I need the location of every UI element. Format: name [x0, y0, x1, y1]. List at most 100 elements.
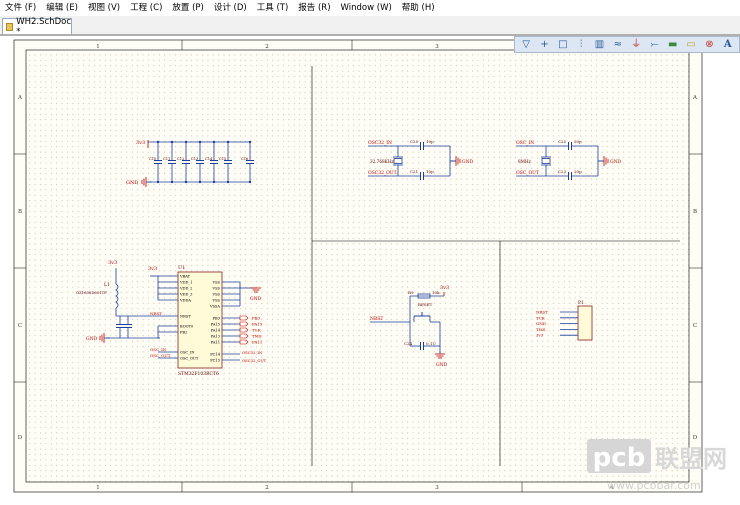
osc32-val2-label: 10p: [426, 169, 434, 174]
decoupling-cap-label-2: C12: [177, 157, 184, 161]
mcu-inductor-part: GZ1608D601TF: [76, 290, 107, 295]
osc32-cin-label: C20: [410, 139, 419, 144]
schematic-workspace[interactable]: 11223344AABBCCDD 3v3GNDC10C11C12C13C14C1…: [0, 36, 740, 502]
document-tab-title: WH2.SchDoc *: [16, 16, 71, 37]
frame-row-right-1: B: [693, 209, 697, 215]
mcu-left-pin-0: VBAT: [179, 275, 191, 279]
schematic-toolbar: ▽ + □ ⫶ ▥ ≈ ⏚ ⤚ ▬ ▭ ⊗ A: [514, 36, 740, 53]
frame-row-left-2: C: [18, 323, 22, 329]
menu-item-3[interactable]: 工程 (C): [125, 0, 167, 16]
osc8m-cout-label: C23: [558, 169, 567, 174]
frame-row-left-3: D: [18, 435, 23, 441]
osc32-net-out: OSC32_OUT: [368, 170, 397, 176]
port-icon[interactable]: ▭: [685, 38, 698, 51]
text-icon[interactable]: A: [721, 38, 734, 51]
component-icon[interactable]: ▥: [593, 38, 606, 51]
decoupling-cap-label-0: C10: [149, 157, 157, 161]
watermark-url: www.pcbbar.com: [607, 479, 701, 492]
menu-item-2[interactable]: 视图 (V): [83, 0, 125, 16]
reset-switch-label: RESET: [418, 302, 433, 307]
mcu-right-pin-6: PA15: [211, 323, 221, 327]
reset-rv-label: 10k: [432, 290, 440, 295]
decoupling-cap-label-1: C11: [163, 157, 170, 161]
mcu-net-left-0: NRST: [150, 311, 162, 316]
jtag-net-2: GND: [536, 321, 546, 326]
osc8m-cin-label: C22: [558, 139, 567, 144]
jtag-net-3: TMS: [536, 327, 546, 332]
menu-item-8[interactable]: Window (W): [336, 0, 397, 16]
mcu-net-right-0: PB3: [252, 316, 261, 321]
reset-net-label: NRST: [370, 316, 383, 322]
cross-icon[interactable]: +: [538, 38, 551, 51]
mcu-right-pin-5: PB3: [213, 317, 221, 321]
frame-row-right-2: C: [693, 323, 697, 329]
mcu-left-pin-5: NRST: [180, 315, 191, 319]
mcu-net-right-5: OSC32_IN: [242, 350, 263, 355]
frame-col-top-0: 1: [96, 44, 100, 50]
mcu-right-pin-11: PC15: [210, 359, 220, 363]
menu-item-9[interactable]: 帮助 (H): [397, 0, 440, 16]
mcu-right-pin-3: VSS: [212, 299, 221, 303]
menu-item-0[interactable]: 文件 (F): [0, 0, 41, 16]
mcu-left-pin-7: PB2: [180, 331, 187, 335]
frame-col-top-2: 3: [435, 44, 439, 50]
schematic-file-icon: [6, 22, 14, 31]
mcu-gnd2-label: GND: [250, 296, 262, 302]
filter-icon[interactable]: ▽: [520, 38, 533, 51]
sheet-border-inner: [25, 49, 690, 483]
frame-col-bottom-1: 2: [265, 485, 269, 491]
frame-col-top-1: 2: [265, 44, 269, 50]
mcu-vcc2-label: 3v3: [148, 266, 157, 272]
mcu-right-pin-0: VSS: [212, 281, 221, 285]
mcu-right-pin-9: PA11: [211, 341, 220, 345]
menu-item-6[interactable]: 工具 (T): [252, 0, 294, 16]
mcu-left-pin-6: BOOT0: [180, 325, 194, 329]
osc8m-net-in: OSC_IN: [516, 140, 534, 146]
mcu-left-pin-8: OSC_IN: [180, 351, 195, 355]
osc32-gnd-label: GND: [462, 159, 474, 165]
decoupling-cap-label-5: C15: [219, 157, 227, 161]
mcu-left-pin-3: VDD_3: [179, 293, 193, 297]
watermark: pcb 联盟网 www.pcbbar.com: [585, 435, 735, 495]
mcu-net-left-1: OSC_IN: [150, 347, 167, 352]
mcu-vcc-label: 3v3: [108, 260, 117, 266]
reset-cv-label: 0.1U: [426, 341, 436, 346]
jtag-net-0: NRST: [536, 310, 548, 315]
decoupling-cap-label-6: C16: [241, 157, 249, 161]
osc8m-gnd-label: GND: [610, 159, 622, 165]
frame-col-bottom-0: 1: [96, 485, 100, 491]
mcu-right-pin-7: PA14: [211, 329, 221, 333]
document-tab[interactable]: WH2.SchDoc *: [2, 16, 72, 37]
osc32-cout-label: C21: [410, 169, 418, 174]
bus-icon[interactable]: ⤚: [648, 38, 661, 51]
frame-col-bottom-2: 3: [435, 485, 439, 491]
power-port-icon[interactable]: ⏚: [630, 38, 643, 51]
decoupling-cap-label-3: C13: [191, 157, 199, 161]
decoupling-gnd-label: GND: [126, 180, 138, 186]
menu-item-5[interactable]: 设计 (D): [209, 0, 252, 16]
reset-vcc-label: 3v3: [440, 285, 449, 291]
mcu-left-pin-9: OSC_OUT: [180, 357, 199, 361]
mcu-right-pin-1: VSS: [212, 287, 221, 291]
wire-icon[interactable]: ≈: [611, 38, 624, 51]
schematic-sheet[interactable]: 11223344AABBCCDD 3v3GNDC10C11C12C13C14C1…: [0, 36, 740, 502]
jtag-body: [577, 305, 593, 341]
rectangle-select-icon[interactable]: □: [556, 38, 569, 51]
sheet-symbol-icon[interactable]: ▬: [666, 38, 679, 51]
decoupling-vcc-label: 3v3: [136, 140, 145, 146]
menu-item-1[interactable]: 编辑 (E): [41, 0, 83, 16]
menu-item-7[interactable]: 报告 (R): [293, 0, 335, 16]
mcu-right-pin-4: VSSA: [209, 305, 220, 309]
osc32-val1-label: 10p: [426, 139, 434, 144]
decoupling-cap-label-4: C14: [205, 157, 213, 161]
mcu-left-pin-2: VDD_2: [179, 287, 192, 291]
reset-c-label: C24: [404, 341, 413, 346]
reset-r-label: R9: [408, 290, 414, 295]
menu-bar: 文件 (F) 编辑 (E) 视图 (V) 工程 (C) 放置 (P) 设计 (D) 工具 (…: [0, 0, 740, 16]
document-tab-bar: WH2.SchDoc *: [0, 16, 740, 37]
no-erc-icon[interactable]: ⊗: [703, 38, 716, 51]
mcu-inductor-ref: L1: [104, 282, 110, 288]
reset-gnd-label: GND: [436, 362, 448, 368]
menu-item-4[interactable]: 放置 (P): [167, 0, 208, 16]
align-icon[interactable]: ⫶: [575, 38, 588, 51]
